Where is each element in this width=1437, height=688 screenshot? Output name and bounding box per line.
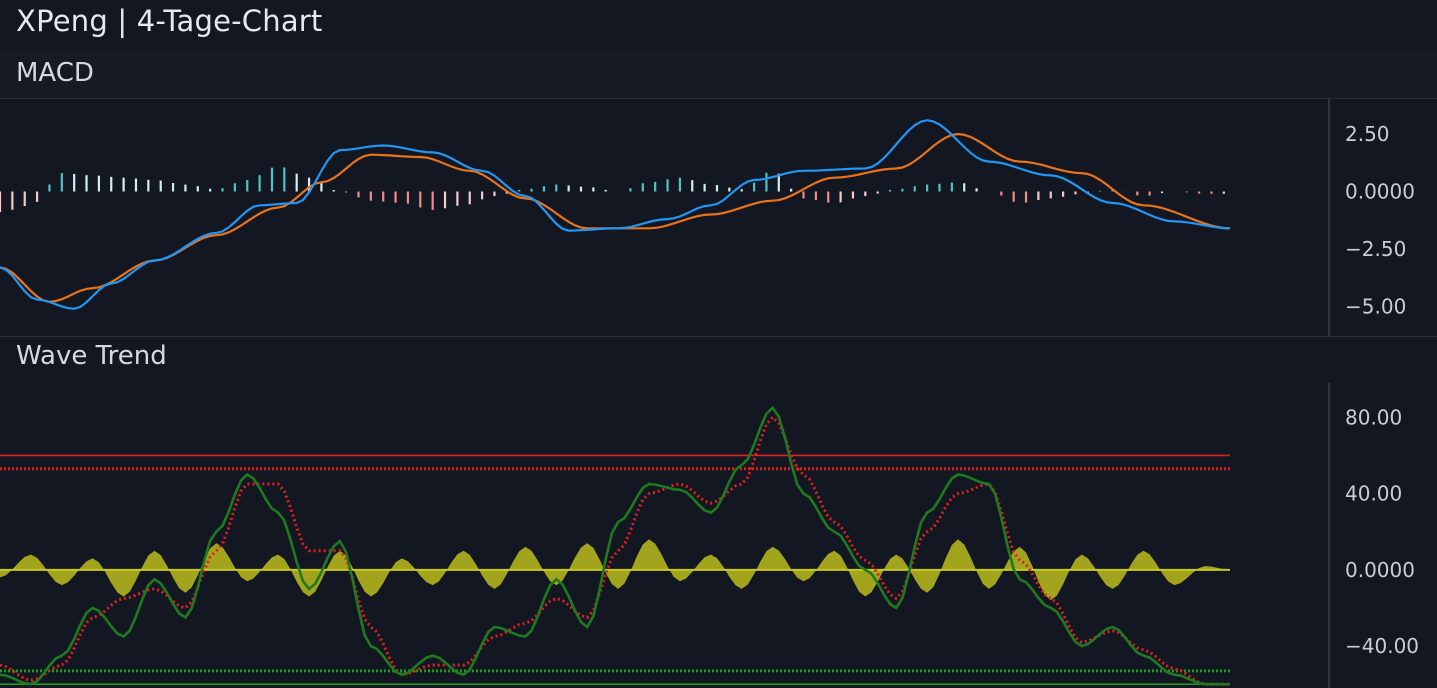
y-tick-label: 0.0000 — [1345, 180, 1415, 204]
macd-panel-header: MACD — [0, 50, 1437, 98]
wave-panel-header: Wave Trend — [0, 337, 1437, 383]
y-tick-label: 40.00 — [1345, 482, 1402, 506]
y-tick-label: −40.00 — [1345, 634, 1419, 658]
wave-trend-chart: 80.00 40.00 0.0000 −40.00 — [0, 383, 1419, 688]
y-tick-label: −5.00 — [1345, 295, 1406, 319]
wt1-line — [0, 405, 1230, 686]
macd-chart: 2.50 0.0000 −2.50 −5.00 — [0, 99, 1415, 336]
wave-panel-label: Wave Trend — [16, 341, 167, 371]
wt2-line — [0, 415, 1230, 686]
macd-panel-label: MACD — [16, 58, 94, 88]
y-tick-label: 2.50 — [1345, 122, 1390, 146]
macd-line — [0, 119, 1231, 310]
y-tick-label: 0.0000 — [1345, 558, 1415, 582]
signal-line — [0, 132, 1231, 304]
chart-title-bar: XPeng | 4-Tage-Chart — [0, 0, 1437, 50]
y-tick-label: 80.00 — [1345, 405, 1402, 429]
chart-title: XPeng | 4-Tage-Chart — [16, 4, 323, 38]
y-tick-label: −2.50 — [1345, 237, 1406, 261]
